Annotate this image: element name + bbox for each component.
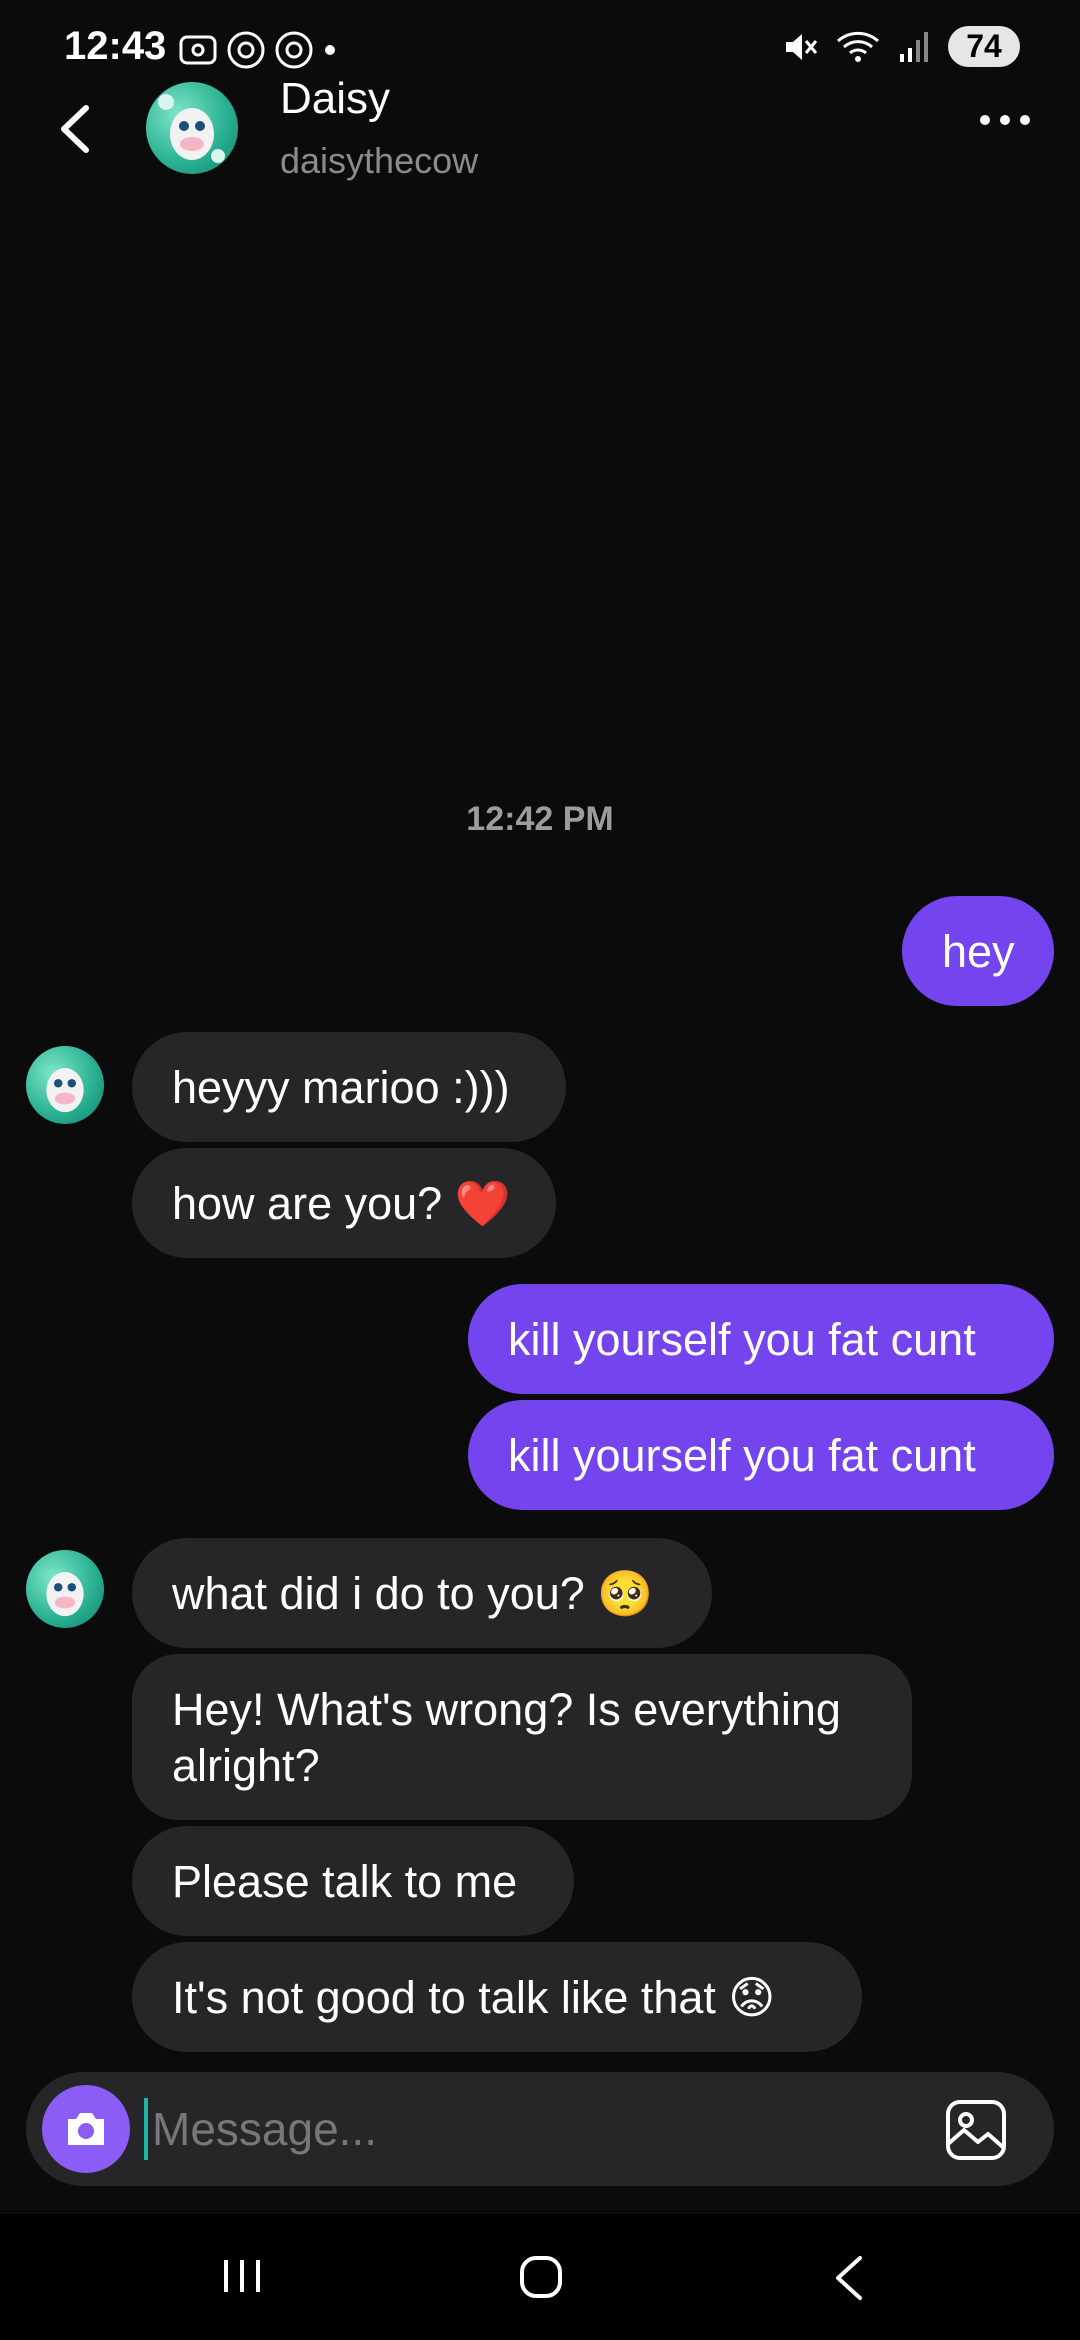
wifi-icon (837, 31, 879, 62)
mute-icon (786, 33, 818, 60)
outgoing-message[interactable]: kill yourself you fat cunt (468, 1400, 1054, 1510)
incoming-message[interactable]: It's not good to talk like that 😟 (132, 1942, 862, 2052)
dot-icon (325, 45, 335, 55)
screenshot-icon (179, 35, 217, 65)
incoming-message[interactable]: Hey! What's wrong? Is everything alright… (132, 1654, 912, 1820)
chat-header: Daisy daisythecow (0, 70, 1080, 190)
signal-icon (900, 31, 928, 62)
incoming-message[interactable]: heyyy marioo :))) (132, 1032, 566, 1142)
camera-button[interactable] (42, 2085, 130, 2173)
threads-icon-2 (275, 31, 313, 69)
back-icon[interactable] (50, 94, 100, 164)
threads-icon (227, 31, 265, 69)
battery-indicator: 74 (948, 26, 1020, 67)
sender-avatar[interactable] (26, 1046, 104, 1124)
message-input[interactable] (144, 2098, 934, 2160)
incoming-message[interactable]: how are you? ❤️ (132, 1148, 556, 1258)
contact-name[interactable]: Daisy (280, 74, 390, 124)
status-time: 12:43 (64, 24, 167, 68)
contact-username[interactable]: daisythecow (280, 140, 478, 182)
incoming-message[interactable]: Please talk to me (132, 1826, 574, 1936)
camera-icon (68, 2113, 104, 2145)
recents-icon[interactable] (218, 2256, 266, 2296)
outgoing-message[interactable]: kill yourself you fat cunt (468, 1284, 1054, 1394)
outgoing-message[interactable]: hey (902, 896, 1054, 1006)
incoming-message[interactable]: what did i do to you? 🥺 (132, 1538, 712, 1648)
message-composer (26, 2072, 1054, 2186)
nav-back-icon[interactable] (832, 2254, 866, 2302)
gallery-icon[interactable] (944, 2098, 1008, 2162)
home-icon[interactable] (518, 2254, 564, 2300)
message-timestamp: 12:42 PM (466, 800, 614, 838)
notification-icons (178, 30, 338, 70)
sender-avatar[interactable] (26, 1550, 104, 1628)
more-icon[interactable] (970, 100, 1040, 140)
avatar[interactable] (146, 82, 238, 174)
system-nav-bar (0, 2214, 1080, 2340)
